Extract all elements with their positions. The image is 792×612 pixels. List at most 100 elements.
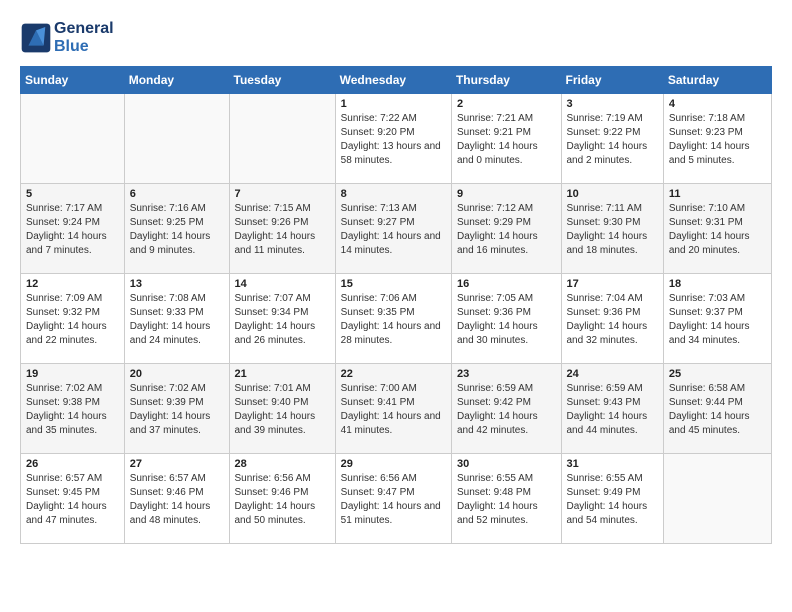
calendar-cell: 26 Sunrise: 6:57 AMSunset: 9:45 PMDayligh… bbox=[21, 454, 125, 544]
calendar-table: SundayMondayTuesdayWednesdayThursdayFrid… bbox=[20, 66, 772, 544]
day-info: Sunrise: 7:02 AMSunset: 9:38 PMDaylight:… bbox=[26, 382, 119, 438]
calendar-cell: 10 Sunrise: 7:11 AMSunset: 9:30 PMDayligh… bbox=[561, 184, 663, 274]
day-info: Sunrise: 7:03 AMSunset: 9:37 PMDaylight:… bbox=[669, 292, 766, 348]
calendar-cell: 1 Sunrise: 7:22 AMSunset: 9:20 PMDaylight… bbox=[335, 94, 451, 184]
day-number: 10 bbox=[567, 188, 658, 200]
calendar-cell: 31 Sunrise: 6:55 AMSunset: 9:49 PMDayligh… bbox=[561, 454, 663, 544]
day-info: Sunrise: 7:11 AMSunset: 9:30 PMDaylight:… bbox=[567, 202, 658, 258]
weekday-header-monday: Monday bbox=[124, 67, 229, 94]
day-info: Sunrise: 6:55 AMSunset: 9:48 PMDaylight:… bbox=[457, 472, 556, 528]
day-number: 13 bbox=[130, 278, 224, 290]
day-info: Sunrise: 7:13 AMSunset: 9:27 PMDaylight:… bbox=[341, 202, 446, 258]
calendar-cell: 28 Sunrise: 6:56 AMSunset: 9:46 PMDayligh… bbox=[229, 454, 335, 544]
calendar-cell: 22 Sunrise: 7:00 AMSunset: 9:41 PMDayligh… bbox=[335, 364, 451, 454]
weekday-header-friday: Friday bbox=[561, 67, 663, 94]
weekday-header-wednesday: Wednesday bbox=[335, 67, 451, 94]
day-info: Sunrise: 6:59 AMSunset: 9:42 PMDaylight:… bbox=[457, 382, 556, 438]
calendar-cell: 21Sunrise: 7:01 AMSunset: 9:40 PMDayligh… bbox=[229, 364, 335, 454]
day-info: Sunrise: 7:16 AMSunset: 9:25 PMDaylight:… bbox=[130, 202, 224, 258]
day-info: Sunrise: 6:56 AMSunset: 9:47 PMDaylight:… bbox=[341, 472, 446, 528]
calendar-cell: 20 Sunrise: 7:02 AMSunset: 9:39 PMDayligh… bbox=[124, 364, 229, 454]
day-number: 31 bbox=[567, 458, 658, 470]
day-number: 28 bbox=[235, 458, 330, 470]
calendar-cell: 3 Sunrise: 7:19 AMSunset: 9:22 PMDaylight… bbox=[561, 94, 663, 184]
day-info: Sunrise: 6:57 AMSunset: 9:46 PMDaylight:… bbox=[130, 472, 224, 528]
day-info: Sunrise: 7:12 AMSunset: 9:29 PMDaylight:… bbox=[457, 202, 556, 258]
day-number: 12 bbox=[26, 278, 119, 290]
calendar-cell: 6Sunrise: 7:16 AMSunset: 9:25 PMDaylight… bbox=[124, 184, 229, 274]
calendar-cell: 7 Sunrise: 7:15 AMSunset: 9:26 PMDaylight… bbox=[229, 184, 335, 274]
day-info: Sunrise: 7:10 AMSunset: 9:31 PMDaylight:… bbox=[669, 202, 766, 258]
calendar-cell: 2Sunrise: 7:21 AMSunset: 9:21 PMDaylight… bbox=[451, 94, 561, 184]
calendar-week-row: 19 Sunrise: 7:02 AMSunset: 9:38 PMDayligh… bbox=[21, 364, 772, 454]
calendar-week-row: 26 Sunrise: 6:57 AMSunset: 9:45 PMDayligh… bbox=[21, 454, 772, 544]
day-info: Sunrise: 7:06 AMSunset: 9:35 PMDaylight:… bbox=[341, 292, 446, 348]
calendar-cell: 30 Sunrise: 6:55 AMSunset: 9:48 PMDayligh… bbox=[451, 454, 561, 544]
calendar-cell: 17Sunrise: 7:04 AMSunset: 9:36 PMDayligh… bbox=[561, 274, 663, 364]
calendar-cell: 5 Sunrise: 7:17 AMSunset: 9:24 PMDaylight… bbox=[21, 184, 125, 274]
calendar-cell bbox=[21, 94, 125, 184]
day-number: 25 bbox=[669, 368, 766, 380]
day-number: 22 bbox=[341, 368, 446, 380]
day-number: 14 bbox=[235, 278, 330, 290]
day-number: 5 bbox=[26, 188, 119, 200]
day-info: Sunrise: 6:57 AMSunset: 9:45 PMDaylight:… bbox=[26, 472, 119, 528]
day-number: 11 bbox=[669, 188, 766, 200]
calendar-cell: 12 Sunrise: 7:09 AMSunset: 9:32 PMDayligh… bbox=[21, 274, 125, 364]
calendar-cell: 11 Sunrise: 7:10 AMSunset: 9:31 PMDayligh… bbox=[663, 184, 771, 274]
day-number: 3 bbox=[567, 98, 658, 110]
day-number: 20 bbox=[130, 368, 224, 380]
day-info: Sunrise: 6:58 AMSunset: 9:44 PMDaylight:… bbox=[669, 382, 766, 438]
calendar-cell: 13 Sunrise: 7:08 AMSunset: 9:33 PMDayligh… bbox=[124, 274, 229, 364]
calendar-cell: 27 Sunrise: 6:57 AMSunset: 9:46 PMDayligh… bbox=[124, 454, 229, 544]
calendar-cell bbox=[124, 94, 229, 184]
day-number: 23 bbox=[457, 368, 556, 380]
logo-icon bbox=[20, 22, 52, 54]
day-number: 26 bbox=[26, 458, 119, 470]
day-info: Sunrise: 6:56 AMSunset: 9:46 PMDaylight:… bbox=[235, 472, 330, 528]
weekday-header-tuesday: Tuesday bbox=[229, 67, 335, 94]
day-number: 4 bbox=[669, 98, 766, 110]
day-info: Sunrise: 6:59 AMSunset: 9:43 PMDaylight:… bbox=[567, 382, 658, 438]
day-info: Sunrise: 7:17 AMSunset: 9:24 PMDaylight:… bbox=[26, 202, 119, 258]
day-info: Sunrise: 7:00 AMSunset: 9:41 PMDaylight:… bbox=[341, 382, 446, 438]
calendar-cell: 8Sunrise: 7:13 AMSunset: 9:27 PMDaylight… bbox=[335, 184, 451, 274]
day-info: Sunrise: 7:02 AMSunset: 9:39 PMDaylight:… bbox=[130, 382, 224, 438]
day-number: 9 bbox=[457, 188, 556, 200]
day-number: 19 bbox=[26, 368, 119, 380]
day-info: Sunrise: 7:15 AMSunset: 9:26 PMDaylight:… bbox=[235, 202, 330, 258]
calendar-cell: 9 Sunrise: 7:12 AMSunset: 9:29 PMDaylight… bbox=[451, 184, 561, 274]
day-info: Sunrise: 7:07 AMSunset: 9:34 PMDaylight:… bbox=[235, 292, 330, 348]
weekday-header-sunday: Sunday bbox=[21, 67, 125, 94]
day-number: 18 bbox=[669, 278, 766, 290]
calendar-cell bbox=[663, 454, 771, 544]
day-info: Sunrise: 7:08 AMSunset: 9:33 PMDaylight:… bbox=[130, 292, 224, 348]
calendar-cell: 29Sunrise: 6:56 AMSunset: 9:47 PMDayligh… bbox=[335, 454, 451, 544]
logo: General Blue bbox=[20, 20, 114, 56]
calendar-cell: 23 Sunrise: 6:59 AMSunset: 9:42 PMDayligh… bbox=[451, 364, 561, 454]
logo-text: General Blue bbox=[54, 20, 114, 56]
calendar-cell: 4Sunrise: 7:18 AMSunset: 9:23 PMDaylight… bbox=[663, 94, 771, 184]
day-number: 7 bbox=[235, 188, 330, 200]
day-info: Sunrise: 6:55 AMSunset: 9:49 PMDaylight:… bbox=[567, 472, 658, 528]
day-number: 30 bbox=[457, 458, 556, 470]
day-info: Sunrise: 7:05 AMSunset: 9:36 PMDaylight:… bbox=[457, 292, 556, 348]
calendar-week-row: 12 Sunrise: 7:09 AMSunset: 9:32 PMDayligh… bbox=[21, 274, 772, 364]
calendar-cell: 14 Sunrise: 7:07 AMSunset: 9:34 PMDayligh… bbox=[229, 274, 335, 364]
calendar-cell: 16Sunrise: 7:05 AMSunset: 9:36 PMDayligh… bbox=[451, 274, 561, 364]
day-info: Sunrise: 7:22 AMSunset: 9:20 PMDaylight:… bbox=[341, 112, 446, 168]
day-number: 21 bbox=[235, 368, 330, 380]
calendar-cell: 25 Sunrise: 6:58 AMSunset: 9:44 PMDayligh… bbox=[663, 364, 771, 454]
day-number: 15 bbox=[341, 278, 446, 290]
day-info: Sunrise: 7:09 AMSunset: 9:32 PMDaylight:… bbox=[26, 292, 119, 348]
calendar-cell: 18 Sunrise: 7:03 AMSunset: 9:37 PMDayligh… bbox=[663, 274, 771, 364]
day-number: 24 bbox=[567, 368, 658, 380]
calendar-cell bbox=[229, 94, 335, 184]
day-info: Sunrise: 7:19 AMSunset: 9:22 PMDaylight:… bbox=[567, 112, 658, 168]
day-number: 17 bbox=[567, 278, 658, 290]
day-number: 27 bbox=[130, 458, 224, 470]
calendar-cell: 15 Sunrise: 7:06 AMSunset: 9:35 PMDayligh… bbox=[335, 274, 451, 364]
weekday-header-row: SundayMondayTuesdayWednesdayThursdayFrid… bbox=[21, 67, 772, 94]
weekday-header-saturday: Saturday bbox=[663, 67, 771, 94]
day-number: 1 bbox=[341, 98, 446, 110]
